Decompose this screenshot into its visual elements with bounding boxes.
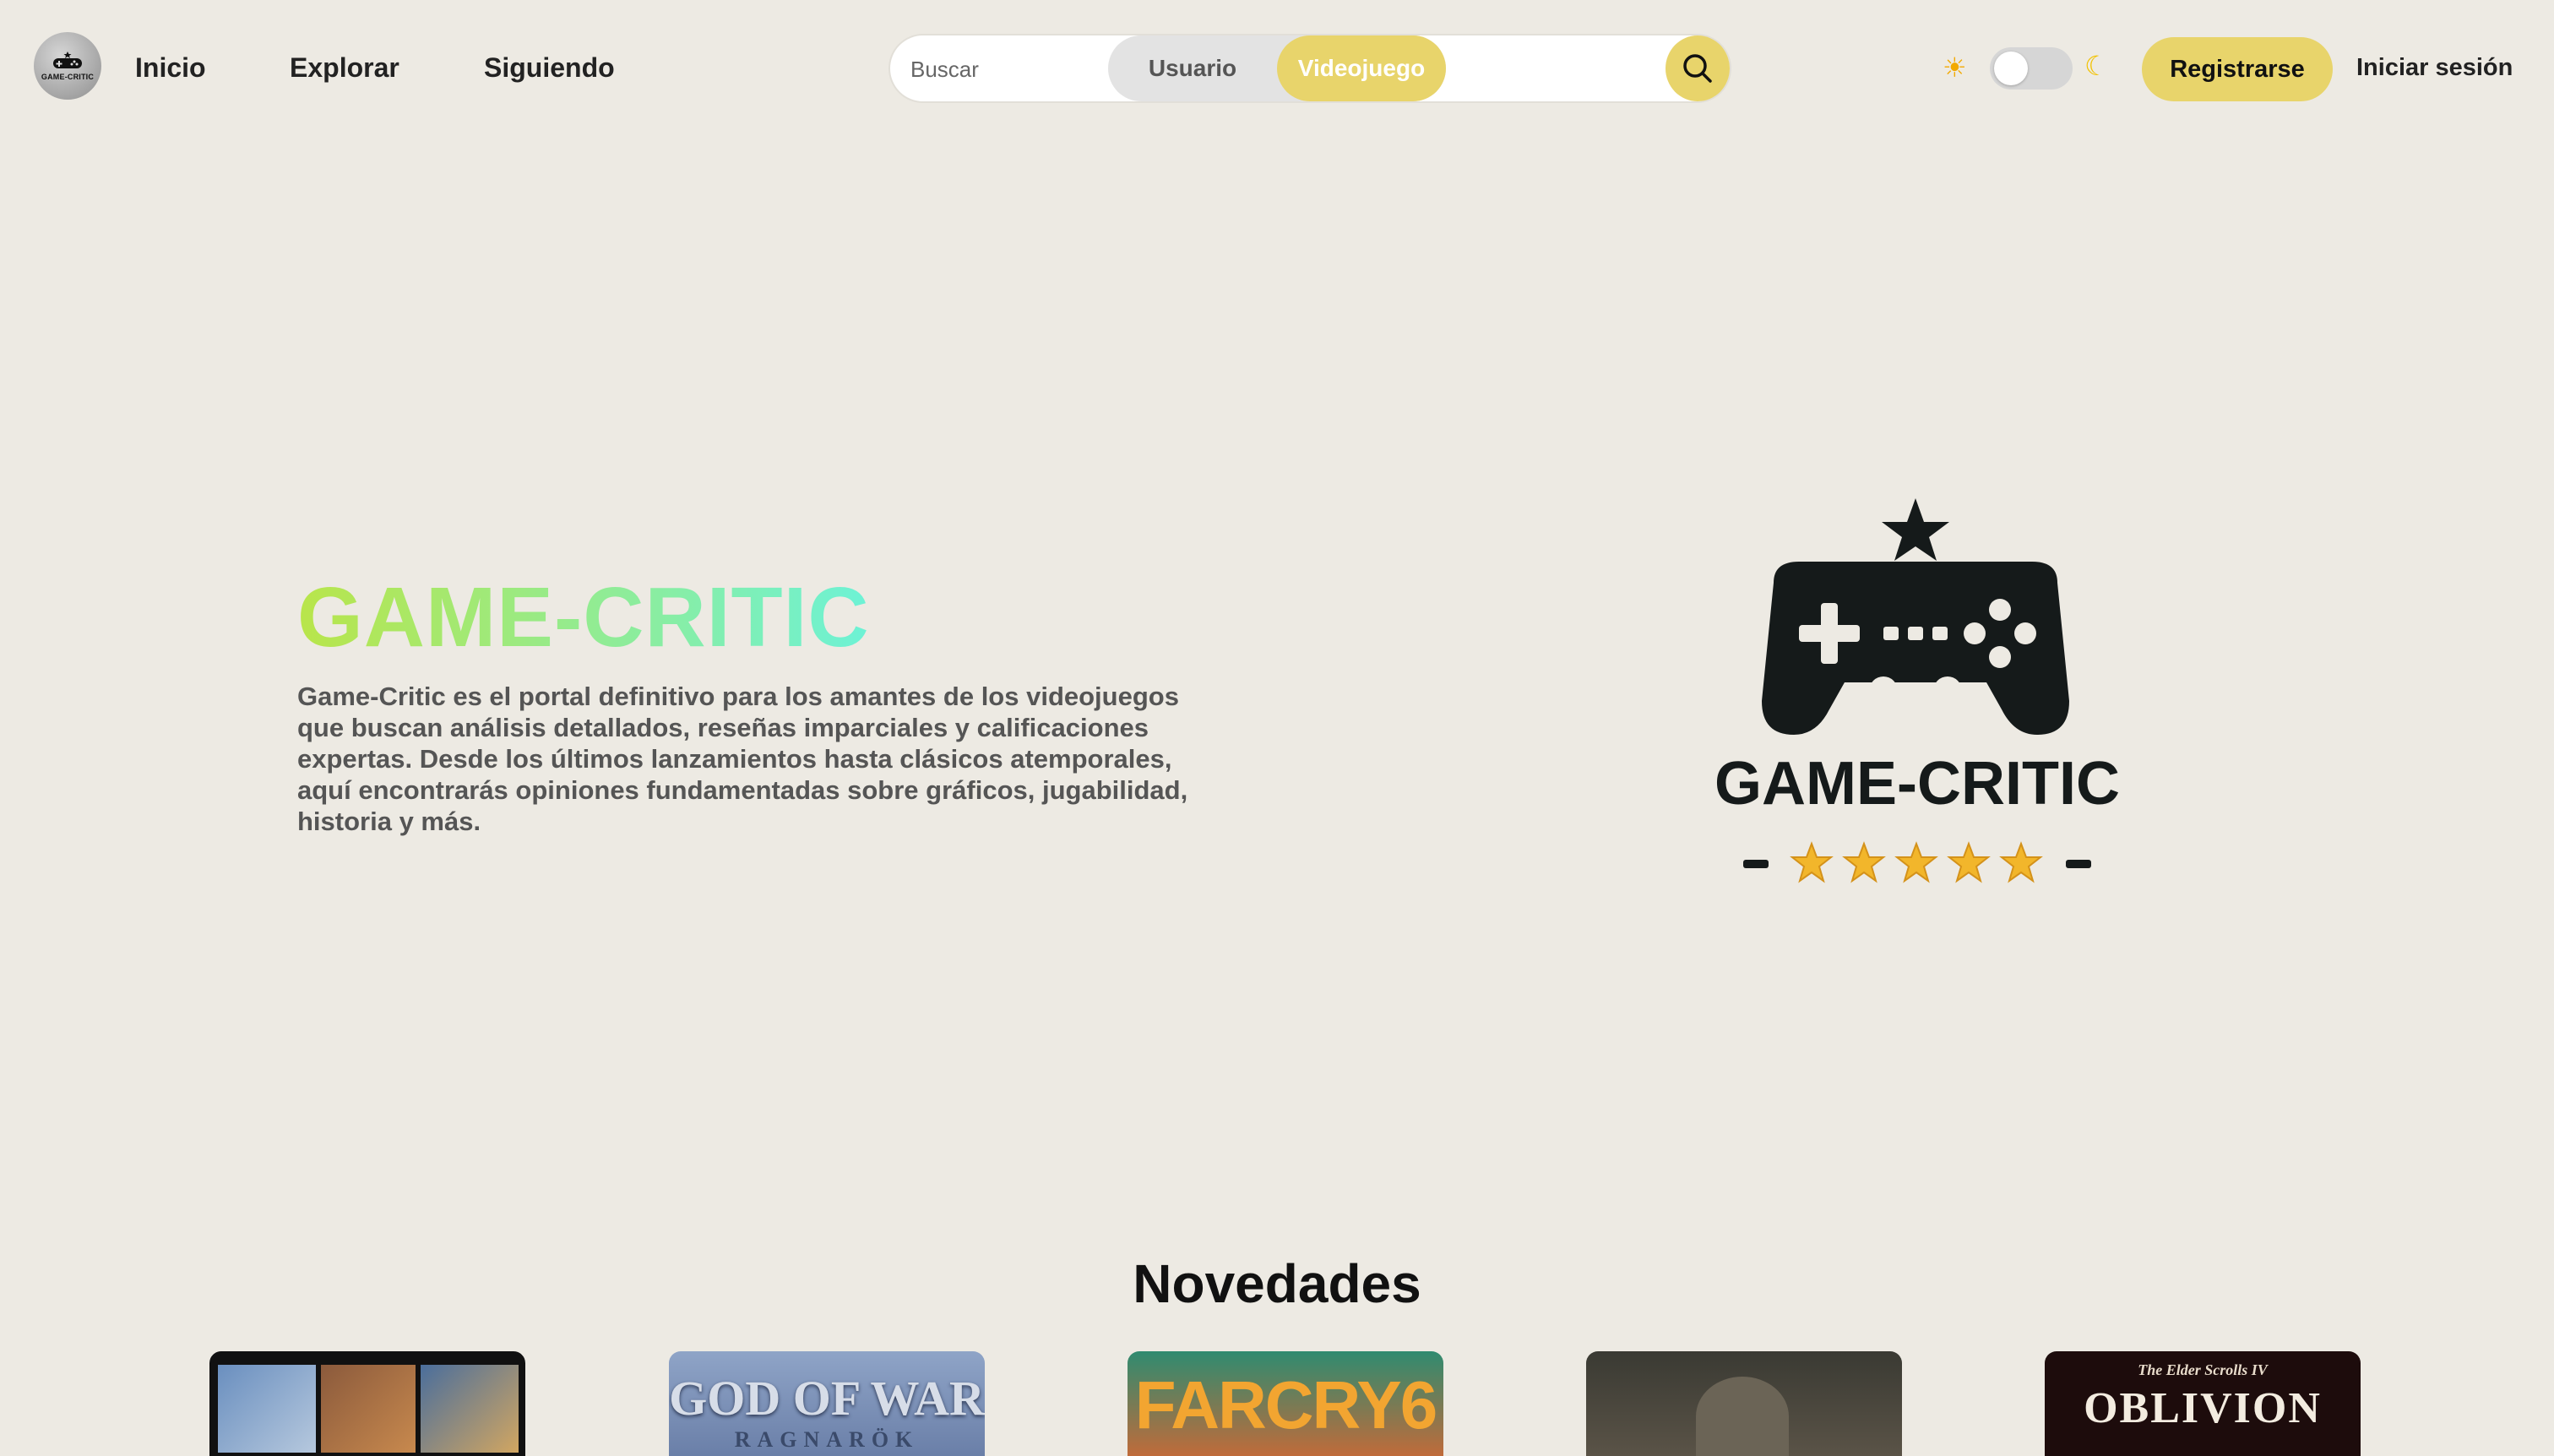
toggle-knob xyxy=(1994,52,2028,85)
nav-explorar[interactable]: Explorar xyxy=(290,51,399,84)
gamepad-logo-icon: GAME-CRITIC xyxy=(1714,498,2120,883)
search-type-selector: Usuario Videojuego xyxy=(1108,35,1446,101)
cover-panel-heli xyxy=(218,1365,316,1453)
site-logo[interactable]: GAME-CRITIC xyxy=(34,32,101,100)
game-cover-subtitle: The Elder Scrolls IV xyxy=(2138,1361,2268,1378)
logo-mini-text: GAME-CRITIC xyxy=(41,72,95,81)
segment-usuario[interactable]: Usuario xyxy=(1108,35,1277,101)
hero-description: Game-Critic es el portal definitivo para… xyxy=(297,682,1188,836)
moon-icon: ☾ xyxy=(2084,51,2109,81)
search-button[interactable] xyxy=(1666,35,1730,101)
game-cover-subtitle: RAGNARÖK xyxy=(734,1427,920,1452)
top-navbar: GAME-CRITIC Inicio Explorar Siguiendo Us… xyxy=(0,0,2554,139)
game-card-wukong[interactable] xyxy=(1586,1351,1902,1456)
hero-logo: GAME-CRITIC xyxy=(1672,490,2162,895)
sun-icon: ☀ xyxy=(1943,52,1967,83)
game-cover-title: GOD OF WAR xyxy=(669,1371,985,1426)
cover-figure xyxy=(1696,1377,1789,1456)
search-icon xyxy=(1683,54,1712,83)
cover-panel-mask xyxy=(321,1365,416,1453)
theme-toggle[interactable] xyxy=(1990,47,2073,90)
nav-siguiendo[interactable]: Siguiendo xyxy=(484,51,615,84)
segment-videojuego[interactable]: Videojuego xyxy=(1277,35,1446,101)
search-input[interactable] xyxy=(910,51,1130,88)
login-button[interactable]: Iniciar sesión xyxy=(2356,51,2513,84)
game-card-oblivion[interactable]: The Elder Scrolls IV OBLIVION xyxy=(2045,1351,2361,1456)
novedades-title: Novedades xyxy=(1133,1253,1421,1314)
gamepad-icon xyxy=(53,51,82,68)
hero-logo-text: GAME-CRITIC xyxy=(1714,750,2120,818)
register-button[interactable]: Registrarse xyxy=(2142,37,2333,101)
game-card-farcry6[interactable]: FARCRY6 xyxy=(1128,1351,1443,1456)
cover-panel-action xyxy=(421,1365,519,1453)
game-card-gta[interactable] xyxy=(209,1351,525,1456)
game-cover-title: OBLIVION xyxy=(2084,1384,2322,1432)
game-card-god-of-war[interactable]: GOD OF WAR RAGNARÖK xyxy=(669,1351,985,1456)
nav-inicio[interactable]: Inicio xyxy=(135,51,206,84)
game-cover-title: FARCRY6 xyxy=(1134,1367,1437,1442)
rating-stars xyxy=(1790,841,2043,883)
hero-title: GAME-CRITIC xyxy=(297,570,870,665)
search-bar: Usuario Videojuego xyxy=(888,34,1731,103)
